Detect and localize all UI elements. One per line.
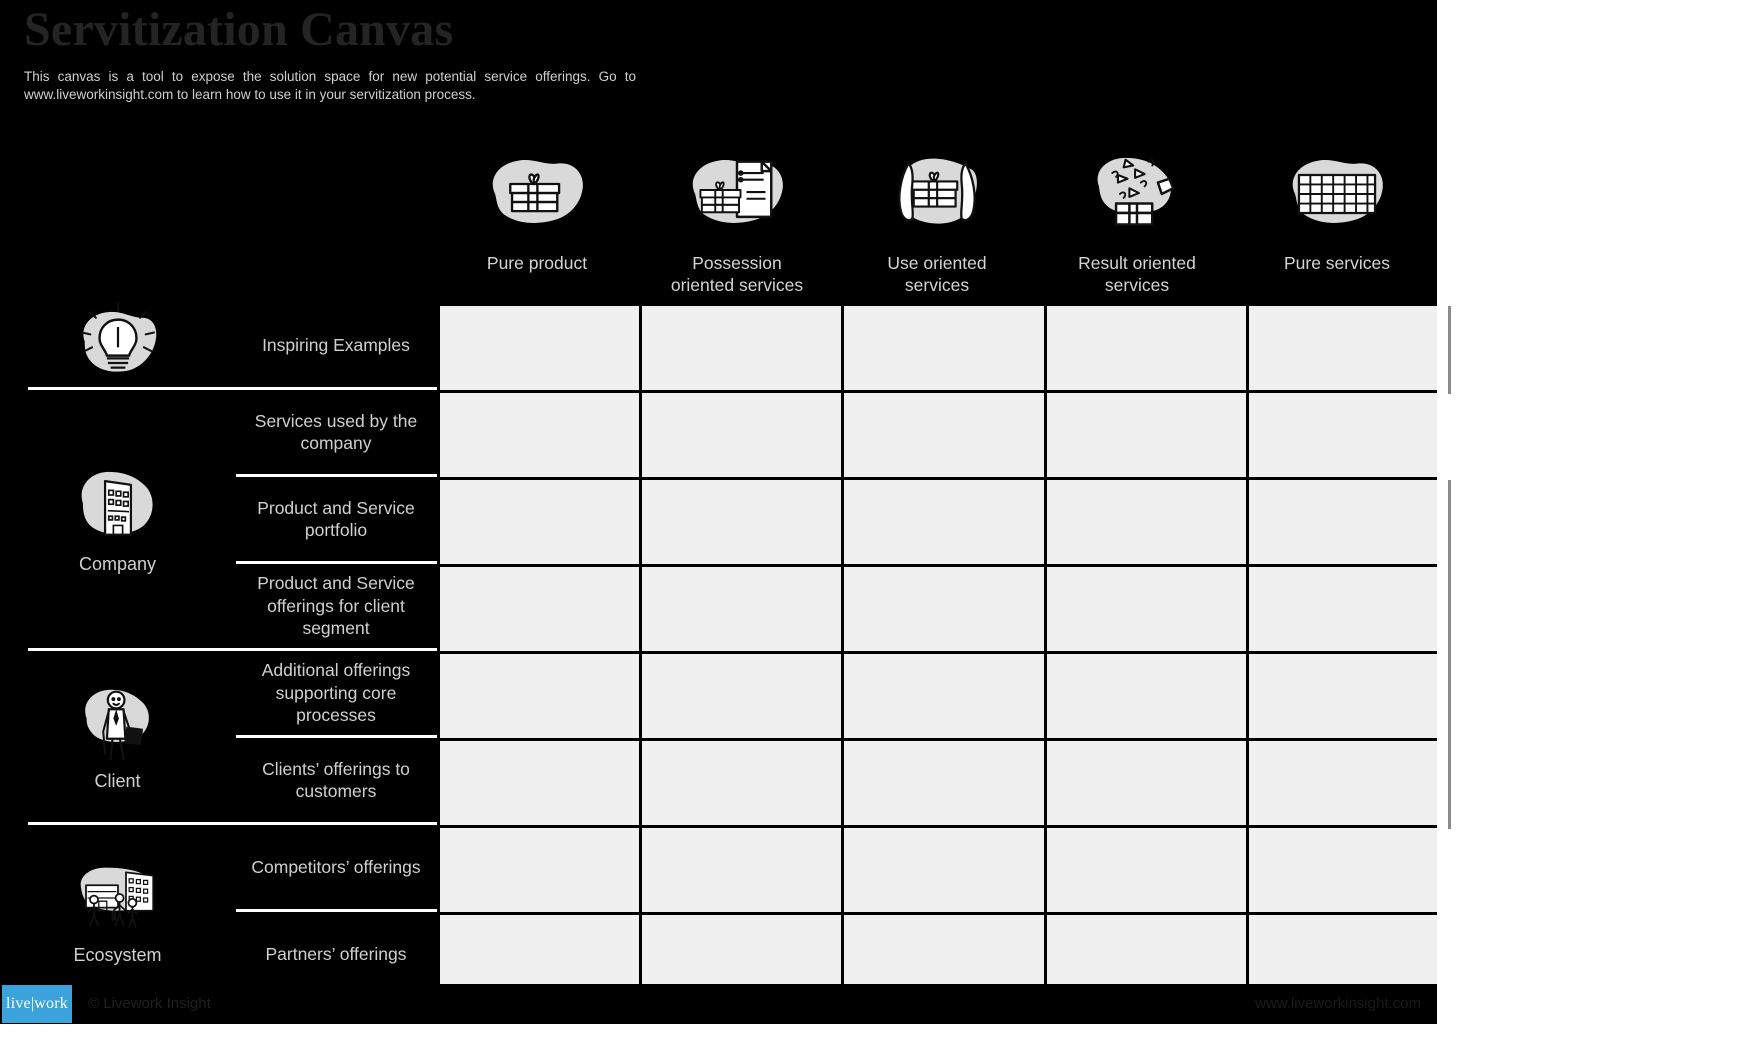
grid-cell[interactable] <box>642 393 842 477</box>
canvas-intro-text: This canvas is a tool to expose the solu… <box>24 69 636 102</box>
row-label-cell: Product and Service offerings for client… <box>235 564 437 648</box>
grid-cell[interactable] <box>1046 306 1246 390</box>
row-label: Clients’ offerings to customers <box>262 758 410 802</box>
grid-cell[interactable] <box>844 828 1044 912</box>
grid-cell[interactable] <box>1248 654 1437 738</box>
grid-cell[interactable] <box>440 393 640 477</box>
grid-services-icon <box>1278 142 1396 246</box>
grid-row <box>440 306 1437 390</box>
row-group-icon-column: Ecosystem <box>0 825 235 996</box>
hands-holding-gift-icon <box>878 142 996 246</box>
column-header: Possession oriented services <box>637 142 837 302</box>
grid-cell[interactable] <box>1046 393 1246 477</box>
livework-logo-text: live|work <box>6 995 68 1012</box>
grid-row <box>440 567 1437 651</box>
row-group-icon-column: Client <box>0 651 235 822</box>
row-group-icon-column: Company <box>0 390 235 648</box>
grid-scroll-rail[interactable] <box>1448 480 1451 655</box>
row-label: Services used by the company <box>254 410 418 454</box>
grid-row <box>440 480 1437 564</box>
gift-box-with-sparkles-icon <box>1078 142 1196 246</box>
row-group-label: Client <box>94 771 141 791</box>
grid-cell[interactable] <box>1248 741 1437 825</box>
row-label: Partners’ offerings <box>265 943 407 964</box>
column-header: Pure services <box>1237 142 1437 302</box>
grid-scroll-rail[interactable] <box>1448 654 1451 829</box>
grid-cell[interactable] <box>1248 393 1437 477</box>
footer-url-text: www.liveworkinsight.com <box>1255 995 1421 1012</box>
grid-cell[interactable] <box>440 567 640 651</box>
column-header: Use oriented services <box>837 142 1037 302</box>
column-header-label: Pure services <box>1283 253 1390 273</box>
grid-cell[interactable] <box>844 306 1044 390</box>
grid-row <box>440 654 1437 738</box>
row-label-sidebar: Inspiring Examples Company Services used b… <box>0 302 437 984</box>
row-label-cell: Competitors’ offerings <box>235 825 437 909</box>
grid-cell[interactable] <box>440 480 640 564</box>
grid-cell[interactable] <box>1046 828 1246 912</box>
column-header-label: Possession oriented services <box>670 253 804 295</box>
column-header: Result oriented services <box>1037 142 1237 302</box>
grid-cell[interactable] <box>440 654 640 738</box>
row-label: Product and Service portfolio <box>257 497 415 541</box>
row-group-label: Company <box>78 553 157 574</box>
grid-cell[interactable] <box>1046 654 1246 738</box>
grid-cell[interactable] <box>642 567 842 651</box>
grid-cell[interactable] <box>642 480 842 564</box>
copyright-text: © Livework Insight <box>88 995 211 1012</box>
businessperson-icon <box>70 681 166 767</box>
grid-cell[interactable] <box>844 741 1044 825</box>
grid-cell[interactable] <box>642 828 842 912</box>
row-label-cell: Inspiring Examples <box>235 303 437 387</box>
grid-row <box>440 741 1437 825</box>
row-label: Product and Service offerings for client… <box>257 573 415 639</box>
grid-cell[interactable] <box>440 741 640 825</box>
gift-box-icon <box>478 142 596 246</box>
grid-cell[interactable] <box>440 306 640 390</box>
grid-cell[interactable] <box>642 741 842 825</box>
lightbulb-icon <box>70 302 166 388</box>
servitization-canvas-panel: Servitization Canvas This canvas is a to… <box>0 0 1437 1024</box>
row-label: Competitors’ offerings <box>251 856 421 877</box>
grid-row <box>440 393 1437 477</box>
grid-cell[interactable] <box>1046 741 1246 825</box>
row-label: Additional offerings supporting core pro… <box>261 660 411 726</box>
grid-cell[interactable] <box>642 654 842 738</box>
column-header-label: Result oriented services <box>1078 253 1196 295</box>
grid-cell[interactable] <box>1046 480 1246 564</box>
canvas-grid <box>440 306 1437 999</box>
grid-cell[interactable] <box>844 654 1044 738</box>
office-building-icon <box>70 464 166 550</box>
footer-bar: live|work © Livework Insight www.livewor… <box>0 984 1437 1024</box>
grid-cell[interactable] <box>1248 480 1437 564</box>
row-label: Inspiring Examples <box>262 334 410 355</box>
grid-cell[interactable] <box>1248 306 1437 390</box>
grid-cell[interactable] <box>1248 567 1437 651</box>
gift-box-with-document-icon <box>678 142 796 246</box>
grid-cell[interactable] <box>1248 828 1437 912</box>
column-header-label: Use oriented services <box>887 253 987 295</box>
page-title: Servitization Canvas <box>24 3 454 56</box>
row-label-cell: Product and Service portfolio <box>235 477 437 561</box>
grid-cell[interactable] <box>440 828 640 912</box>
grid-scroll-rail[interactable] <box>1448 306 1451 394</box>
grid-cell[interactable] <box>1046 567 1246 651</box>
grid-cell[interactable] <box>844 567 1044 651</box>
row-label-cell: Services used by the company <box>235 390 437 474</box>
column-header-row: Pure product Possession oriented services… <box>437 142 1437 302</box>
row-label-cell: Additional offerings supporting core pro… <box>235 651 437 735</box>
column-header: Pure product <box>437 142 637 302</box>
grid-cell[interactable] <box>642 306 842 390</box>
grid-cell[interactable] <box>844 480 1044 564</box>
row-group-icon-column <box>0 302 235 388</box>
grid-row <box>440 828 1437 912</box>
row-label-cell: Clients’ offerings to customers <box>235 738 437 822</box>
row-group-label: Ecosystem <box>73 945 162 965</box>
livework-logo[interactable]: live|work <box>2 985 72 1023</box>
column-header-label: Pure product <box>486 253 588 273</box>
city-people-icon <box>70 855 166 941</box>
grid-cell[interactable] <box>844 393 1044 477</box>
